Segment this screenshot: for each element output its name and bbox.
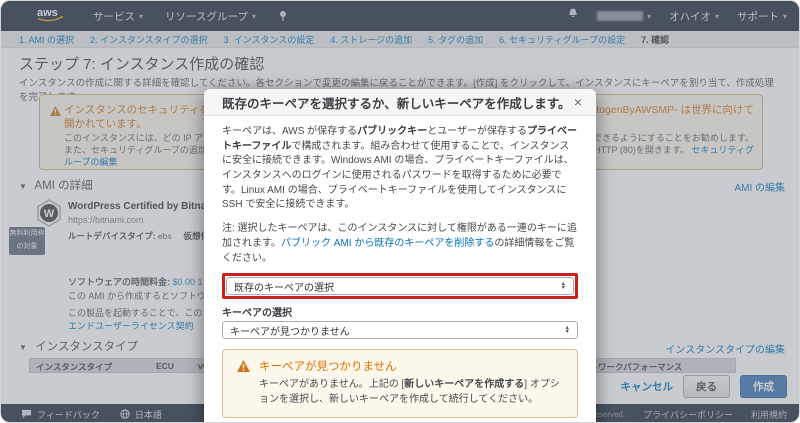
warning-text: キーペアがありません。上記の [ (259, 379, 405, 391)
keypair-description: キーペアは、AWS が保存するパブリックキーとユーザーが保存するプライベートキー… (222, 125, 578, 213)
description-text: とユーザーが保存する (427, 126, 527, 137)
keypair-note: 注: 選択したキーペアは、このインスタンスに対して権限がある一連のキーに追加され… (222, 222, 578, 266)
keypair-modal: 既存のキーペアを選択するか、新しいキーペアを作成します。 × キーペアは、AWS… (204, 89, 596, 422)
keypair-select[interactable]: キーペアが見つかりません ▲ ▼ (222, 321, 578, 340)
remove-keypair-from-ami-link[interactable]: パブリック AMI から既存のキーペアを削除する (281, 238, 494, 249)
description-text: キーペアは、AWS が保存する (222, 126, 358, 137)
create-new-keypair-emphasis: 新しいキーペアを作成する (404, 379, 525, 391)
warning-body: キーペアがありません。上記の [新しいキーペアを作成する] オプションを選択し、… (259, 378, 565, 407)
keypair-mode-select[interactable]: 既存のキーペアの選択 ▲ ▼ (226, 277, 574, 296)
public-key-emphasis: パブリックキー (357, 126, 428, 137)
select-stepper-icon: ▲ ▼ (564, 324, 570, 336)
modal-body: キーペアは、AWS が保存するパブリックキーとユーザーが保存するプライベートキー… (204, 116, 596, 419)
aws-console-window: aws サービス ▾ リソースグループ ▾ ▾ オハイオ ▾ サポート ▾ 1.… (0, 0, 800, 423)
keypair-select-label: キーペアの選択 (222, 308, 292, 320)
modal-title-bar: 既存のキーペアを選択するか、新しいキーペアを作成します。 × (204, 89, 596, 116)
keypair-select-value: キーペアが見つかりません (230, 326, 350, 338)
select-stepper-icon: ▲ ▼ (560, 280, 566, 292)
close-icon[interactable]: × (574, 95, 582, 109)
warning-title: キーペアが見つかりません (259, 361, 397, 374)
warning-icon (237, 358, 250, 407)
modal-title: 既存のキーペアを選択するか、新しいキーペアを作成します。 (222, 96, 571, 111)
no-keypair-warning: キーペアが見つかりません キーペアがありません。上記の [新しいキーペアを作成す… (222, 349, 578, 419)
annotation-red-box: 既存のキーペアの選択 ▲ ▼ (222, 273, 578, 300)
keypair-mode-value: 既存のキーペアの選択 (234, 282, 334, 294)
